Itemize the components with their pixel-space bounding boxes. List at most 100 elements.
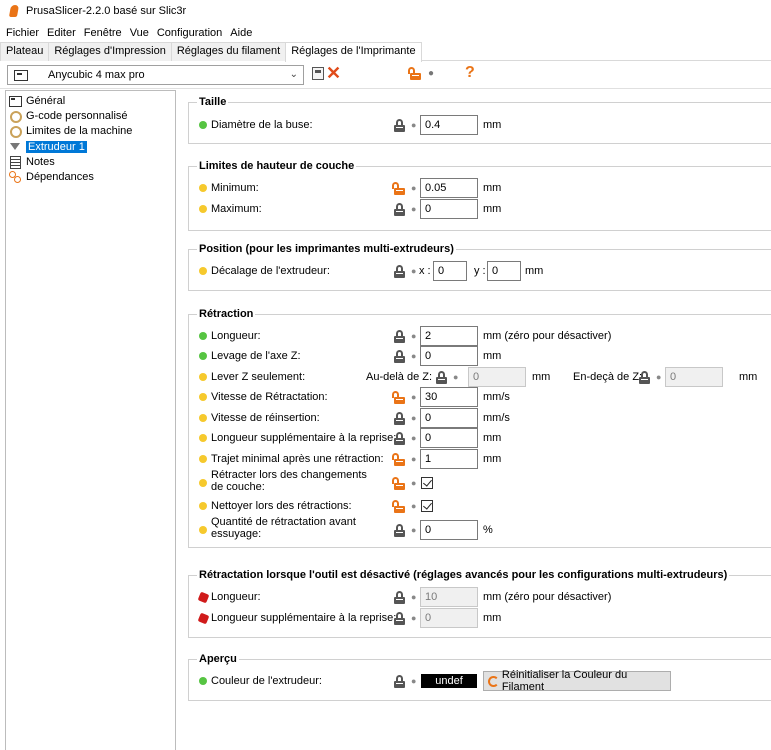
bullet-icon[interactable]: ● [411, 525, 416, 535]
unlocked-icon[interactable] [392, 477, 406, 490]
unlocked-legend-icon[interactable] [408, 67, 422, 80]
bullet-icon[interactable]: ● [411, 120, 416, 130]
tab-reglages-filament[interactable]: Réglages du filament [170, 42, 287, 61]
lock-icon[interactable] [393, 119, 406, 132]
menu-vue[interactable]: Vue [130, 27, 149, 39]
menu-editer[interactable]: Editer [47, 27, 76, 39]
sidebar-item-general[interactable]: Général [6, 93, 175, 108]
toolchange-retract-length-field[interactable]: 10 [420, 587, 478, 607]
lock-icon[interactable] [393, 675, 406, 688]
unit-label: mm [525, 265, 544, 277]
help-icon[interactable]: ? [465, 64, 475, 82]
bullet-icon[interactable]: ● [411, 613, 416, 623]
bullet-icon[interactable]: ● [411, 266, 416, 276]
row-diametre-buse: Diamètre de la buse: ● 0.4 mm [189, 115, 771, 135]
lock-icon[interactable] [393, 203, 406, 216]
chevron-down-icon[interactable]: ⌄ [290, 69, 298, 80]
lift-above-z-field[interactable]: 0 [468, 367, 526, 387]
lock-icon[interactable] [638, 371, 651, 384]
lock-icon[interactable] [393, 524, 406, 537]
unlocked-icon[interactable] [392, 391, 406, 404]
delete-preset-icon[interactable]: ✕ [326, 63, 341, 83]
bullet-icon[interactable]: ● [411, 204, 416, 214]
lock-icon[interactable] [393, 330, 406, 343]
retract-length-field[interactable]: 2 [420, 326, 478, 346]
toolchange-restart-extra-field[interactable]: 0 [420, 608, 478, 628]
bullet-icon[interactable]: ● [411, 331, 416, 341]
lock-icon[interactable] [393, 265, 406, 278]
sidebar-item-label: Limites de la machine [26, 125, 133, 138]
printer-preset-select[interactable]: Anycubic 4 max pro ⌄ [7, 65, 304, 85]
retract-before-travel-field[interactable]: 1 [420, 449, 478, 469]
lock-icon[interactable] [393, 591, 406, 604]
lock-icon[interactable] [393, 350, 406, 363]
tab-reglages-imprimante[interactable]: Réglages de l'Imprimante [285, 42, 422, 62]
sidebar-item-extrudeur[interactable]: Extrudeur 1 [6, 139, 175, 154]
sidebar-item-label: G-code personnalisé [26, 109, 128, 122]
setting-label: Vitesse de Rétractation: [211, 391, 328, 403]
bullet-icon[interactable]: ● [411, 501, 416, 511]
unlocked-icon[interactable] [392, 453, 406, 466]
lock-icon[interactable] [435, 371, 448, 384]
menu-configuration[interactable]: Configuration [157, 27, 222, 39]
bullet-icon[interactable]: ● [411, 433, 416, 443]
bullet-icon[interactable]: ● [656, 372, 661, 382]
extruder-offset-x-field[interactable]: 0 [433, 261, 467, 281]
unit-label: % [483, 524, 493, 536]
lock-icon[interactable] [393, 612, 406, 625]
reset-filament-color-button[interactable]: Réinitialiser la Couleur du Filament [483, 669, 671, 693]
tab-plateau[interactable]: Plateau [0, 42, 50, 61]
group-title: Aperçu [197, 653, 239, 665]
status-dot-icon [199, 373, 207, 381]
wipe-checkbox[interactable] [421, 500, 433, 512]
sidebar-item-gcode[interactable]: G-code personnalisé [6, 108, 175, 123]
extruder-offset-y-field[interactable]: 0 [487, 261, 521, 281]
unit-label: mm/s [483, 412, 510, 424]
sidebar-item-dependances[interactable]: Dépendances [6, 169, 175, 184]
row-minimum: Minimum: ● 0.05 mm [189, 178, 771, 198]
row-vitesse-reinsertion: Vitesse de réinsertion: ● 0 mm/s [189, 408, 771, 428]
group-hauteur-couche: Limites de hauteur de couche Minimum: ● … [188, 160, 771, 231]
bullet-icon[interactable]: ● [411, 351, 416, 361]
setting-label: Longueur supplémentaire à la reprise: [211, 612, 397, 624]
lift-z-field[interactable]: 0 [420, 346, 478, 366]
min-layer-height-field[interactable]: 0.05 [420, 178, 478, 198]
save-preset-icon[interactable] [312, 67, 324, 80]
unlocked-icon[interactable] [392, 500, 406, 513]
tab-reglages-impression[interactable]: Réglages d'Impression [48, 42, 172, 61]
retract-layer-change-checkbox[interactable] [421, 477, 433, 489]
bullet-icon[interactable]: ● [411, 478, 416, 488]
bullet-legend-icon[interactable]: ● [428, 68, 434, 79]
bullet-icon[interactable]: ● [453, 372, 458, 382]
bullet-icon[interactable]: ● [411, 454, 416, 464]
menu-fichier[interactable]: Fichier [6, 27, 39, 39]
status-dot-icon [199, 479, 207, 487]
retract-before-wipe-field[interactable]: 0 [420, 520, 478, 540]
status-dot-icon [199, 332, 207, 340]
bullet-icon[interactable]: ● [411, 592, 416, 602]
lock-icon[interactable] [393, 412, 406, 425]
bullet-icon[interactable]: ● [411, 676, 416, 686]
setting-label: Diamètre de la buse: [211, 119, 313, 131]
sidebar-item-limites[interactable]: Limites de la machine [6, 124, 175, 139]
bullet-icon[interactable]: ● [411, 183, 416, 193]
unlocked-icon[interactable] [392, 182, 406, 195]
unit-label: mm [483, 182, 502, 194]
window-icon [9, 95, 22, 107]
menu-aide[interactable]: Aide [230, 27, 252, 39]
lock-icon[interactable] [393, 432, 406, 445]
restart-extra-field[interactable]: 0 [420, 428, 478, 448]
deretract-speed-field[interactable]: 0 [420, 408, 478, 428]
preset-value: Anycubic 4 max pro [48, 69, 145, 81]
bullet-icon[interactable]: ● [411, 413, 416, 423]
retract-speed-field[interactable]: 30 [420, 387, 478, 407]
sidebar-item-notes[interactable]: Notes [6, 154, 175, 169]
bullet-icon[interactable]: ● [411, 392, 416, 402]
unit-label: mm [483, 119, 502, 131]
nozzle-diameter-field[interactable]: 0.4 [420, 115, 478, 135]
group-title: Position (pour les imprimantes multi-ext… [197, 243, 456, 255]
lift-below-z-field[interactable]: 0 [665, 367, 723, 387]
max-layer-height-field[interactable]: 0 [420, 199, 478, 219]
extruder-color-swatch[interactable]: undef [421, 674, 477, 688]
menu-fenetre[interactable]: Fenêtre [84, 27, 122, 39]
